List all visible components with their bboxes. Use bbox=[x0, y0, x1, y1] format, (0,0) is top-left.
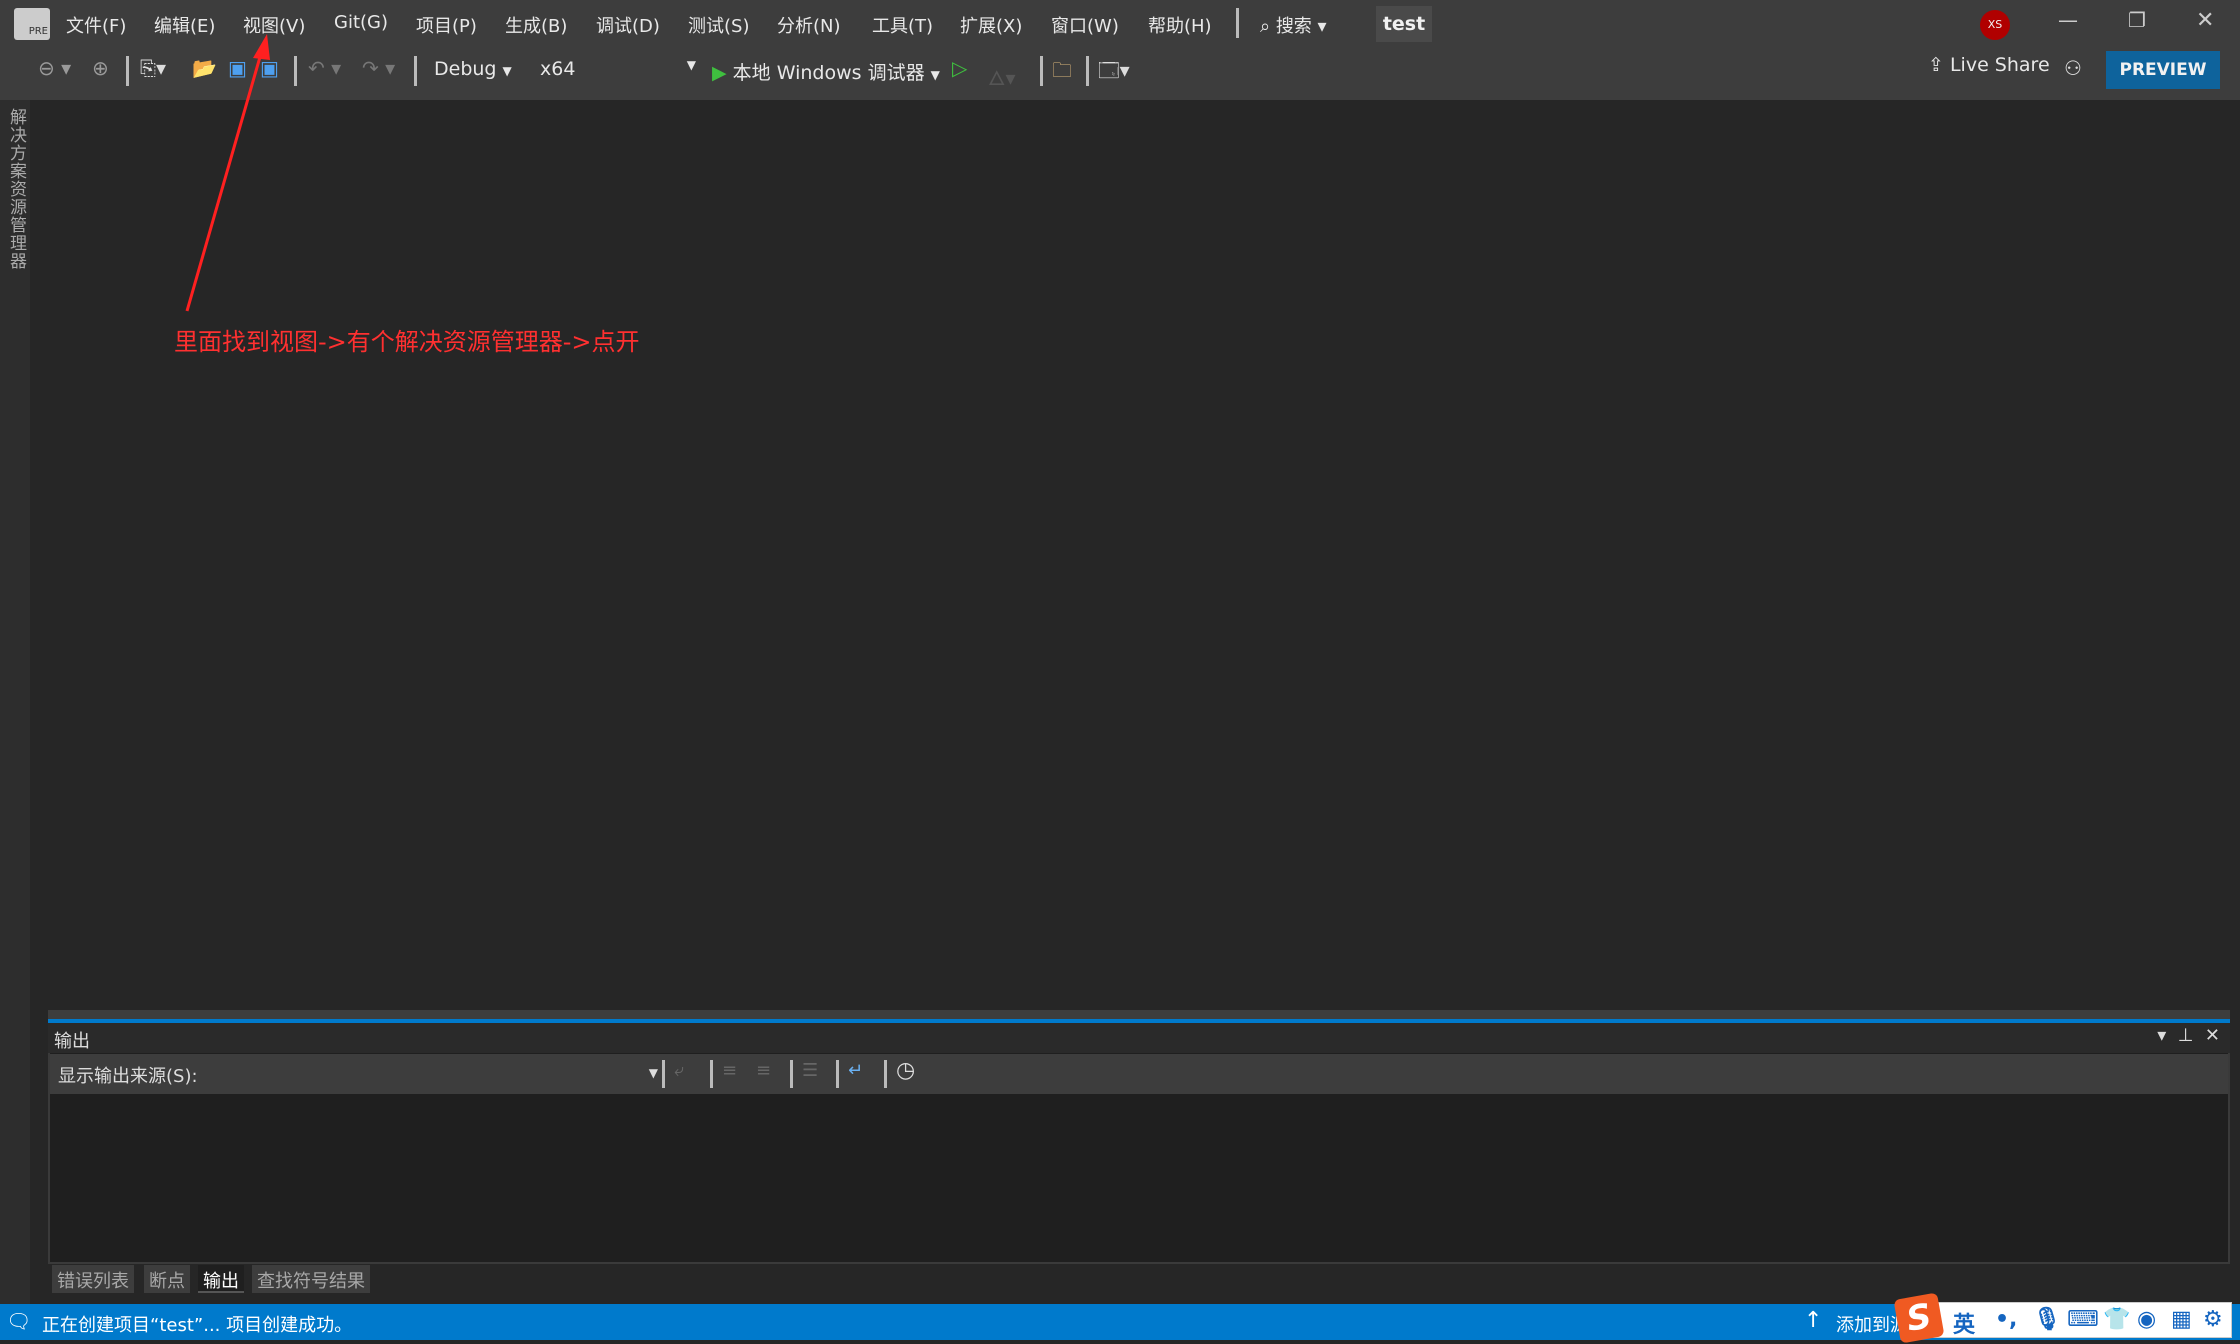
game-icon[interactable]: ◉ bbox=[2137, 1307, 2156, 1332]
panel-tab[interactable]: 查找符号结果 bbox=[252, 1265, 370, 1293]
microphone-icon[interactable]: 🎙 bbox=[2033, 1307, 2061, 1332]
close-icon[interactable]: ✕ bbox=[2205, 1025, 2220, 1046]
sogou-logo[interactable]: S bbox=[1893, 1292, 1945, 1344]
keyboard-icon[interactable]: ⌨ bbox=[2067, 1307, 2099, 1332]
output-source-dropdown[interactable]: 显示输出来源(S): ▼ bbox=[58, 1062, 658, 1088]
skin-icon[interactable]: 👕 bbox=[2103, 1307, 2130, 1332]
up-arrow-icon: ↑ bbox=[1804, 1308, 1823, 1333]
ime-toolbar: 英 •, 🎙 ⌨ 👕 ◉ ▦ ⚙ bbox=[1930, 1302, 2232, 1338]
separator bbox=[836, 1060, 839, 1088]
separator bbox=[884, 1060, 887, 1088]
output-toolbar: 显示输出来源(S): ▼ ⤶ ≡ ≡ ☰ ↵ ◷ bbox=[50, 1054, 2228, 1094]
output-title: 输出 bbox=[54, 1031, 90, 1052]
dropdown-icon[interactable]: ▾ bbox=[2157, 1025, 2166, 1046]
separator bbox=[710, 1060, 713, 1088]
timestamp-icon[interactable]: ◷ bbox=[896, 1058, 915, 1083]
settings-icon[interactable]: ⚙ bbox=[2203, 1307, 2223, 1332]
go-to-line-icon[interactable]: ⤶ bbox=[674, 1060, 684, 1081]
notification-icon[interactable]: 🗨 bbox=[6, 1309, 31, 1333]
status-message: 正在创建项目“test”... 项目创建成功。 bbox=[42, 1315, 353, 1336]
ime-mode[interactable]: 英 bbox=[1953, 1307, 1975, 1339]
output-header: 输出 ▾ ⊥ ✕ bbox=[48, 1023, 2230, 1053]
panel-tab[interactable]: 错误列表 bbox=[52, 1265, 134, 1293]
next-message-icon[interactable]: ≡ bbox=[756, 1060, 771, 1081]
annotation-text: 里面找到视图->有个解决资源管理器->点开 bbox=[174, 328, 640, 356]
panel-tab[interactable]: 断点 bbox=[144, 1265, 190, 1293]
separator bbox=[790, 1060, 793, 1088]
pin-icon[interactable]: ⊥ bbox=[2178, 1025, 2194, 1046]
separator bbox=[662, 1060, 665, 1088]
prev-message-icon[interactable]: ≡ bbox=[722, 1060, 737, 1081]
apps-icon[interactable]: ▦ bbox=[2171, 1307, 2192, 1332]
clear-all-icon[interactable]: ☰ bbox=[802, 1060, 818, 1081]
word-wrap-icon[interactable]: ↵ bbox=[848, 1060, 863, 1081]
ime-punct[interactable]: •, bbox=[1995, 1307, 2017, 1332]
panel-tab[interactable]: 输出 bbox=[198, 1265, 244, 1293]
